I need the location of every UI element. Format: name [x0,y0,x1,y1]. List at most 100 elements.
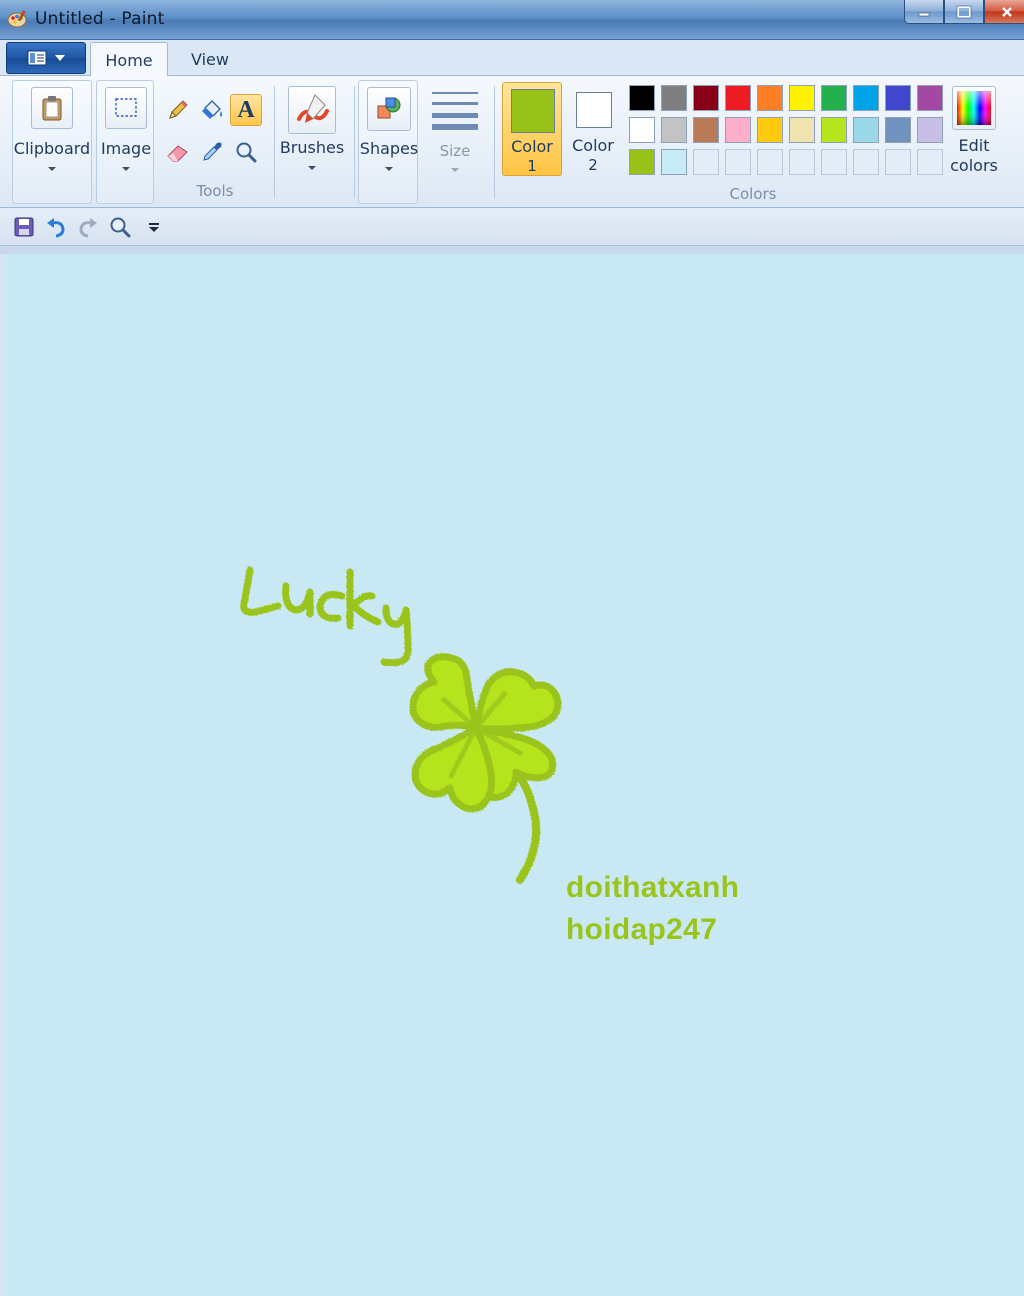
palette-swatch-r1-c5[interactable] [754,82,786,114]
palette-color [629,85,655,111]
palette-swatch-r2-c2[interactable] [658,114,690,146]
pencil-tool-button[interactable] [162,94,194,126]
redo-button[interactable] [76,215,100,239]
edit-colors-icon-box [952,86,996,130]
palette-swatch-r1-c7[interactable] [818,82,850,114]
canvas-top-border [0,246,1024,254]
palette-swatch-r1-c4[interactable] [722,82,754,114]
palette-swatch-r2-c7[interactable] [818,114,850,146]
brushes-group[interactable]: Brushes [278,80,348,204]
customize-dropdown-icon [149,223,159,232]
palette-swatch-r2-c4[interactable] [722,114,754,146]
color-spectrum-icon [957,91,991,125]
save-icon [14,217,34,237]
palette-swatch-r3-c9[interactable] [882,146,914,178]
palette-color [693,149,719,175]
chevron-down-icon [385,167,393,171]
palette-swatch-r3-c10[interactable] [914,146,946,178]
palette-color [725,149,751,175]
palette-swatch-r1-c3[interactable] [690,82,722,114]
palette-swatch-r3-c2[interactable] [658,146,690,178]
clipboard-label: Clipboard [13,139,91,158]
palette-color [693,85,719,111]
select-icon-box [105,87,147,129]
size-label: Size [439,142,471,160]
palette-swatch-r3-c5[interactable] [754,146,786,178]
palette-swatch-r3-c8[interactable] [850,146,882,178]
fill-tool-button[interactable] [196,94,228,126]
palette-swatch-r2-c10[interactable] [914,114,946,146]
palette-swatch-r3-c6[interactable] [786,146,818,178]
palette-swatch-r2-c5[interactable] [754,114,786,146]
palette-color [661,85,687,111]
palette-swatch-r2-c1[interactable] [626,114,658,146]
drawing-canvas[interactable]: doithatxanh hoidap247 [6,254,1024,1296]
paint-app-icon[interactable] [6,8,28,30]
undo-button[interactable] [44,215,68,239]
maximize-icon [956,5,972,18]
palette-swatch-r1-c9[interactable] [882,82,914,114]
edit-colors-group[interactable]: Edit colors [946,80,1002,204]
minimize-button[interactable] [904,0,944,24]
palette-swatch-r3-c1[interactable] [626,146,658,178]
maximize-button[interactable] [944,0,984,24]
clover-stem [514,770,541,884]
clipboard-group[interactable]: Clipboard [12,80,92,204]
palette-swatch-r2-c9[interactable] [882,114,914,146]
palette-color [853,117,879,143]
eyedropper-icon [203,142,222,161]
palette-swatch-r1-c2[interactable] [658,82,690,114]
tab-view[interactable]: View [176,42,244,77]
pencil-icon [169,100,188,119]
customize-toolbar-button[interactable] [142,215,166,239]
palette-color [917,85,943,111]
tab-home[interactable]: Home [90,42,168,77]
ribbon: Clipboard Image A Tools Brushes Shapes S… [0,76,1024,208]
palette-swatch-r1-c10[interactable] [914,82,946,114]
palette-swatch-r1-c8[interactable] [850,82,882,114]
palette-swatch-r3-c3[interactable] [690,146,722,178]
palette-color [661,149,687,175]
color2-label-line2: 2 [588,156,598,174]
brushes-icon-box [288,86,336,134]
quick-access-toolbar [0,208,1024,246]
palette-swatch-r2-c3[interactable] [690,114,722,146]
palette-color [821,117,847,143]
palette-color [725,117,751,143]
paint-menu-button[interactable] [6,42,86,74]
palette-color [757,117,783,143]
palette-color [629,117,655,143]
palette-color [757,149,783,175]
clover-drawing [240,566,562,884]
close-icon [1002,6,1012,17]
color-picker-tool-button[interactable] [196,136,228,168]
size-group[interactable]: Size [424,80,486,204]
palette-swatch-r3-c7[interactable] [818,146,850,178]
save-button[interactable] [12,215,36,239]
palette-swatch-r3-c4[interactable] [722,146,754,178]
palette-swatch-r1-c1[interactable] [626,82,658,114]
zoom-button[interactable] [108,215,132,239]
palette-color [693,117,719,143]
magnifier-tool-button[interactable] [230,136,262,168]
line-size-icon [432,92,478,130]
tools-group: A Tools [160,80,270,204]
palette-color [885,149,911,175]
color2-selector[interactable]: Color 2 [564,82,624,176]
palette-color [789,149,815,175]
palette-color [885,85,911,111]
image-group[interactable]: Image [96,80,154,204]
eraser-tool-button[interactable] [162,136,194,168]
palette-swatch-r1-c6[interactable] [786,82,818,114]
text-tool-button[interactable]: A [230,94,262,126]
color1-selector[interactable]: Color 1 [502,82,562,176]
shapes-group[interactable]: Shapes [358,80,418,204]
palette-swatch-r2-c6[interactable] [786,114,818,146]
edit-colors-label-line2: colors [950,156,998,175]
eraser-icon [167,145,188,162]
palette-color [757,85,783,111]
minimize-icon [918,12,930,16]
palette-swatch-r2-c8[interactable] [850,114,882,146]
palette-color [725,85,751,111]
close-button[interactable] [984,0,1024,24]
